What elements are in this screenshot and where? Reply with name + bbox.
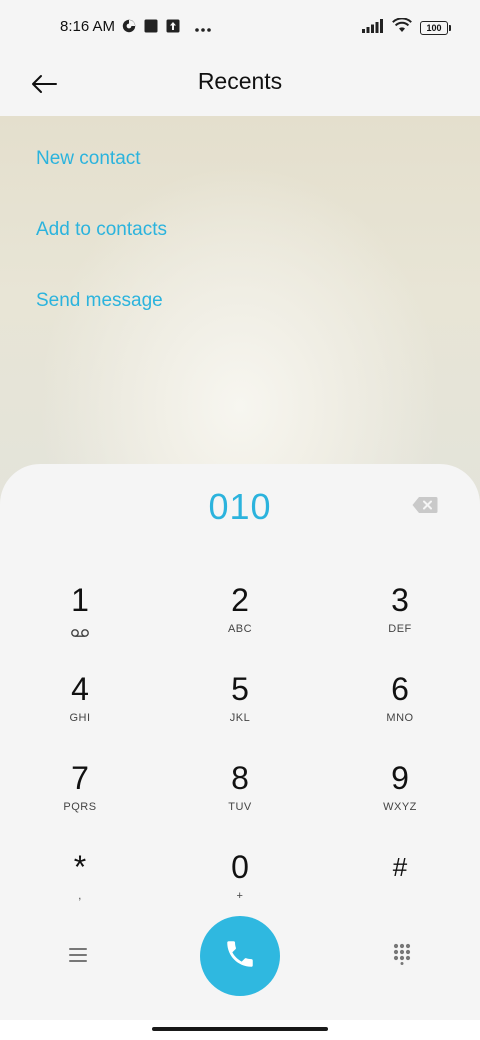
key-digit: 3 (391, 582, 409, 618)
backspace-button[interactable] (410, 496, 440, 518)
battery-icon: 100 (420, 20, 451, 35)
key-letters: DEF (388, 623, 412, 635)
top-bar: Recents (0, 56, 480, 116)
key-7[interactable]: 7 PQRS (10, 760, 150, 840)
key-letters: GHI (69, 712, 91, 724)
key-letters: MNO (386, 712, 414, 724)
status-bar: 8:16 AM 100 (0, 0, 480, 56)
add-to-contacts-link[interactable]: Add to contacts (36, 219, 167, 241)
key-digit: 0 (231, 849, 249, 885)
dialpad-toggle-button[interactable] (382, 936, 422, 976)
new-contact-link[interactable]: New contact (36, 148, 141, 170)
wifi-icon (392, 17, 412, 37)
key-6[interactable]: 6 MNO (330, 671, 470, 751)
key-digit: 1 (71, 582, 89, 618)
page-title: Recents (197, 68, 283, 94)
key-digit: * (73, 849, 87, 885)
key-4[interactable]: 4 GHI (10, 671, 150, 751)
key-digit: # (392, 852, 408, 882)
dialed-number[interactable]: 010 (0, 486, 480, 528)
system-status-icons: 100 (362, 17, 451, 37)
more-notifications-icon (194, 18, 212, 37)
dialpad: 010 1 2 ABC 3 DEF 4 GHI 5 JKL 6 MNO 7 PQ… (0, 464, 480, 1040)
send-message-link[interactable]: Send message (36, 290, 163, 312)
key-letters: PQRS (63, 801, 97, 813)
key-digit: 6 (391, 671, 409, 707)
key-letters: WXYZ (383, 801, 417, 813)
upload-icon (166, 18, 180, 37)
signal-icon (362, 18, 384, 37)
key-digit: 9 (391, 760, 409, 796)
menu-button[interactable] (58, 936, 98, 976)
key-1[interactable]: 1 (10, 582, 150, 662)
key-digit: 4 (71, 671, 89, 707)
key-9[interactable]: 9 WXYZ (330, 760, 470, 840)
menu-icon (69, 947, 87, 966)
voicemail-icon (10, 623, 150, 637)
call-button[interactable] (200, 916, 280, 996)
key-letters: , (78, 890, 82, 902)
key-hash[interactable]: # (330, 849, 470, 929)
key-letters: TUV (228, 801, 252, 813)
key-2[interactable]: 2 ABC (170, 582, 310, 662)
key-digit: 7 (71, 760, 89, 796)
key-letters: + (236, 890, 244, 902)
key-8[interactable]: 8 TUV (170, 760, 310, 840)
square-notification-icon (144, 18, 158, 37)
backspace-icon (412, 496, 438, 518)
key-letters (330, 890, 470, 904)
key-digit: 5 (231, 671, 249, 707)
key-digit: 8 (231, 760, 249, 796)
key-digit: 2 (231, 582, 249, 618)
contact-actions-panel: New contact Add to contacts Send message (0, 116, 480, 516)
call-icon (223, 937, 257, 975)
key-5[interactable]: 5 JKL (170, 671, 310, 751)
key-3[interactable]: 3 DEF (330, 582, 470, 662)
data-saver-icon (122, 18, 136, 37)
home-indicator[interactable] (152, 1027, 328, 1031)
battery-level: 100 (426, 22, 442, 33)
dialpad-toggle-icon (393, 943, 411, 969)
key-star[interactable]: * , (10, 849, 150, 929)
key-letters: ABC (227, 623, 253, 635)
notification-icons (122, 18, 212, 37)
key-letters: JKL (229, 712, 251, 724)
status-time: 8:16 AM (60, 18, 116, 35)
